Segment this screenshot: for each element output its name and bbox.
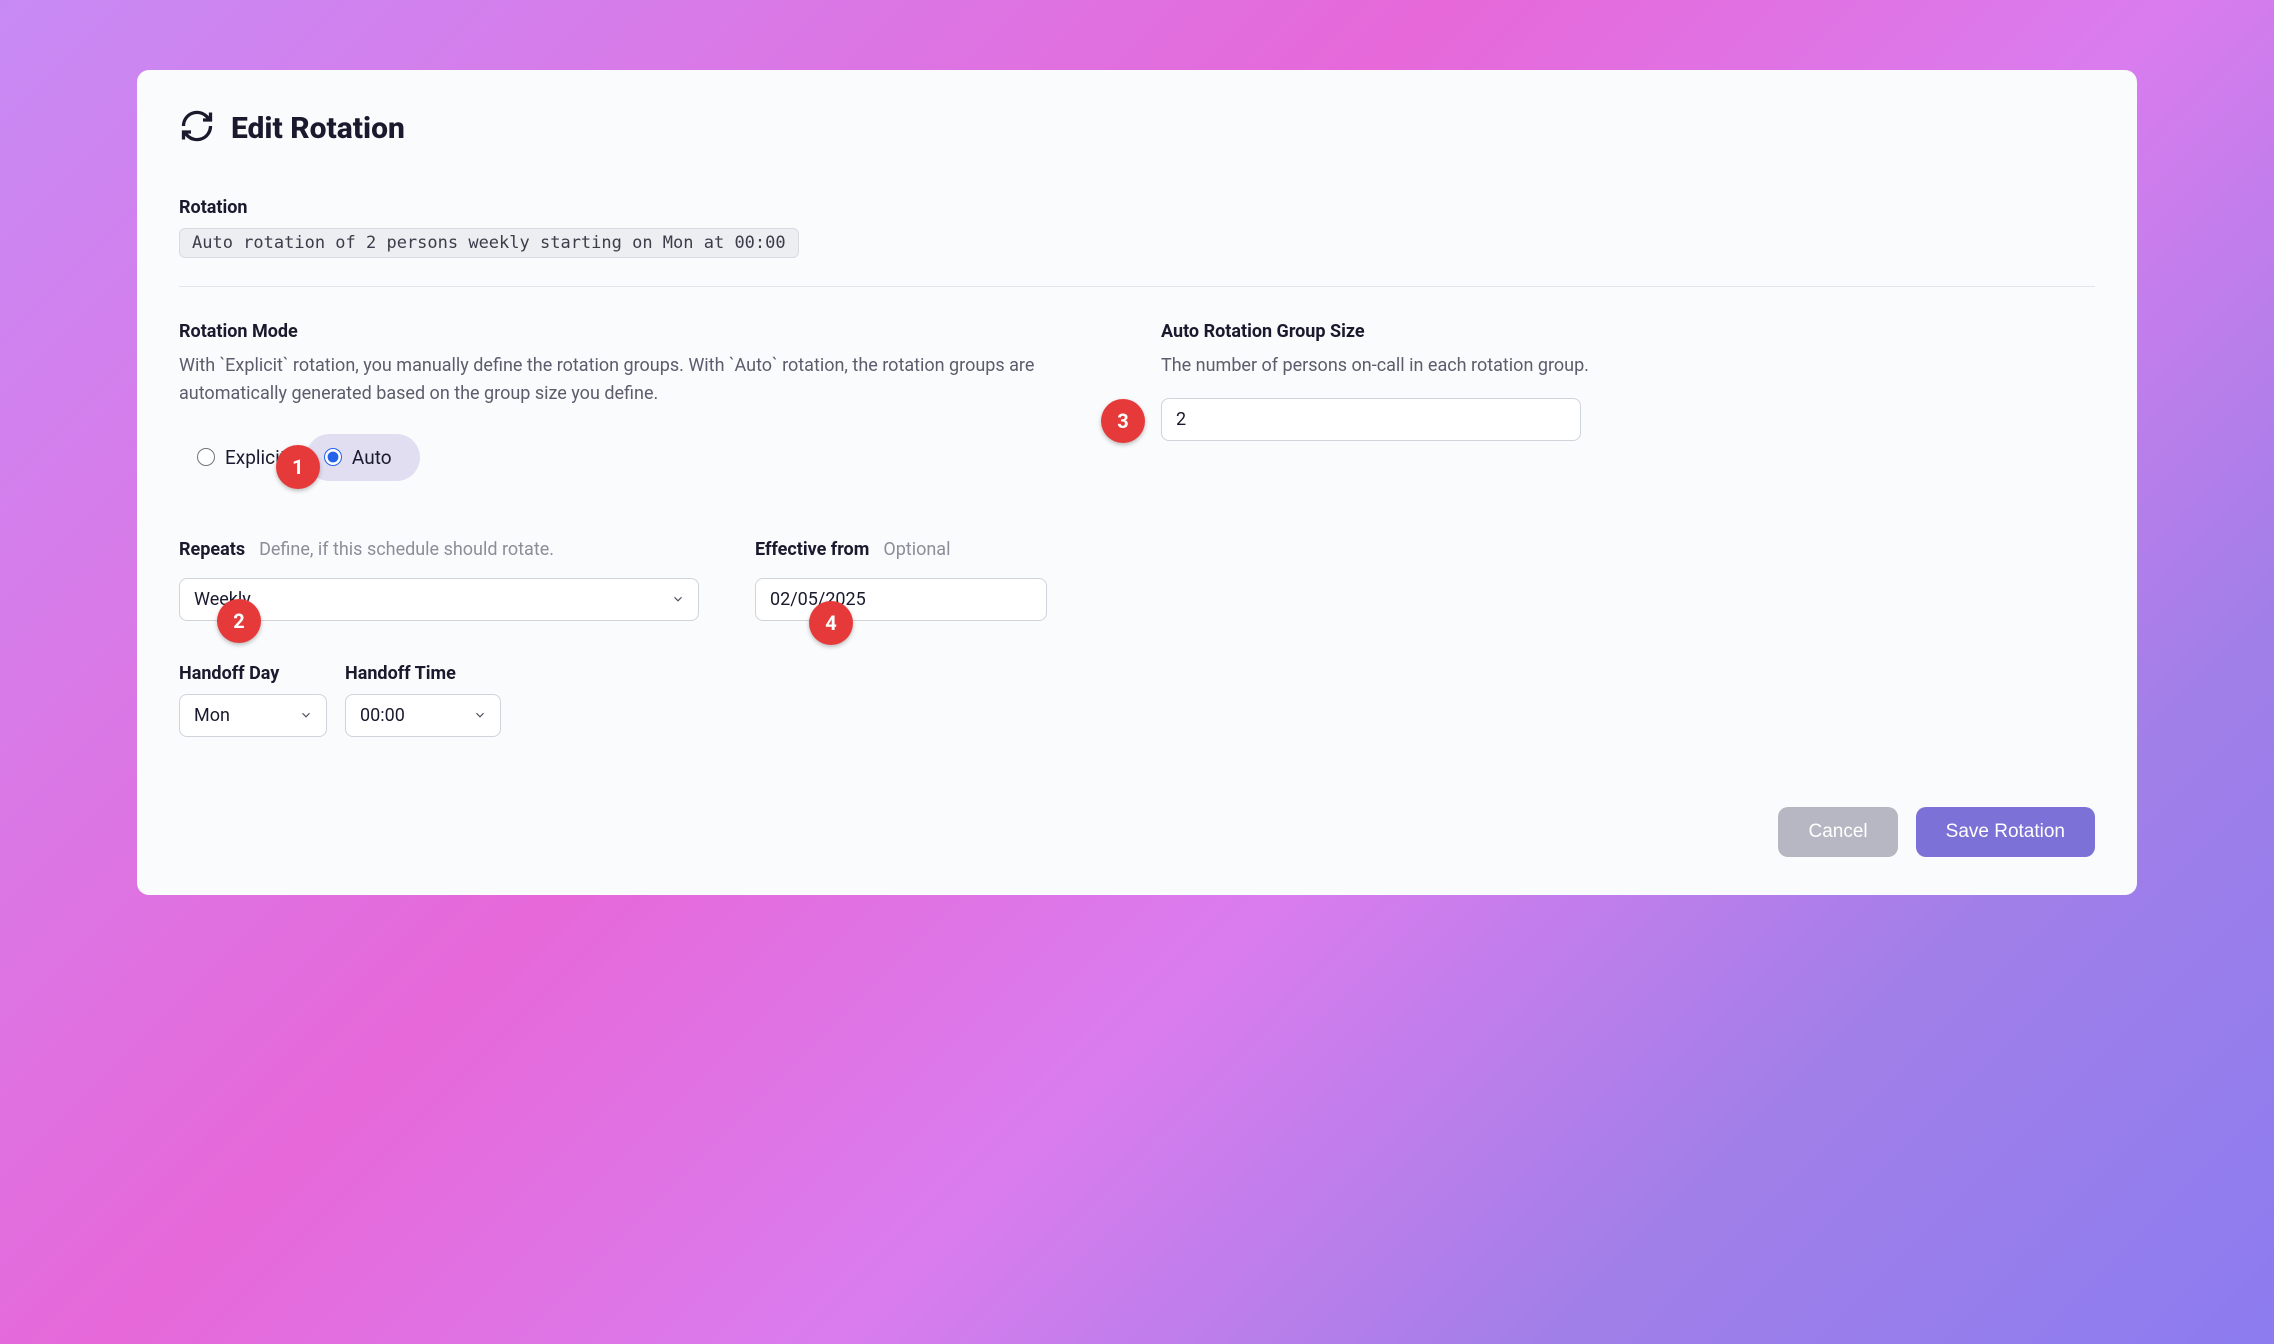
annotation-marker-4: 4 bbox=[809, 601, 853, 645]
group-size-help: The number of persons on-call in each ro… bbox=[1161, 352, 2095, 380]
effective-from-hint: Optional bbox=[883, 539, 950, 560]
rotation-mode-section: Rotation Mode With `Explicit` rotation, … bbox=[179, 321, 1113, 481]
group-size-input[interactable] bbox=[1161, 398, 1581, 441]
footer-actions: Cancel Save Rotation bbox=[179, 807, 2095, 857]
handoff-time-section: Handoff Time 00:00 bbox=[345, 663, 501, 737]
handoff-row: Handoff Day Mon Handoff Time 00:00 bbox=[179, 663, 2095, 737]
rotation-mode-auto[interactable]: Auto 1 bbox=[306, 434, 420, 481]
rotation-mode-help: With `Explicit` rotation, you manually d… bbox=[179, 352, 1113, 408]
page-title: Edit Rotation bbox=[231, 111, 405, 146]
rotation-summary-section: Rotation Auto rotation of 2 persons week… bbox=[179, 197, 2095, 258]
radio-explicit[interactable] bbox=[197, 448, 215, 466]
effective-from-label: Effective from bbox=[755, 539, 869, 560]
group-size-section: Auto Rotation Group Size The number of p… bbox=[1161, 321, 2095, 481]
repeats-label: Repeats bbox=[179, 539, 245, 560]
handoff-day-label: Handoff Day bbox=[179, 663, 327, 684]
annotation-marker-3: 3 bbox=[1101, 399, 1145, 443]
annotation-marker-2: 2 bbox=[217, 599, 261, 643]
rotation-mode-auto-label: Auto bbox=[352, 446, 392, 469]
handoff-time-label: Handoff Time bbox=[345, 663, 501, 684]
effective-from-input[interactable] bbox=[755, 578, 1047, 621]
divider bbox=[179, 286, 2095, 287]
effective-from-section: Effective from Optional 4 bbox=[755, 539, 1047, 621]
handoff-day-section: Handoff Day Mon bbox=[179, 663, 327, 737]
save-rotation-button[interactable]: Save Rotation bbox=[1916, 807, 2095, 857]
repeats-effective-row: Repeats Define, if this schedule should … bbox=[179, 539, 2095, 621]
mode-and-size-row: Rotation Mode With `Explicit` rotation, … bbox=[179, 321, 2095, 481]
title-row: Edit Rotation bbox=[179, 108, 2095, 149]
rotation-label: Rotation bbox=[179, 197, 2095, 218]
rotation-mode-label: Rotation Mode bbox=[179, 321, 1113, 342]
radio-auto[interactable] bbox=[324, 448, 342, 466]
rotation-mode-options: Explicit Auto 1 bbox=[179, 434, 1113, 481]
repeats-section: Repeats Define, if this schedule should … bbox=[179, 539, 699, 621]
cancel-button[interactable]: Cancel bbox=[1778, 807, 1897, 857]
rotation-icon bbox=[179, 108, 215, 149]
repeats-hint: Define, if this schedule should rotate. bbox=[259, 539, 554, 560]
annotation-marker-1: 1 bbox=[276, 445, 320, 489]
handoff-day-select[interactable]: Mon bbox=[179, 694, 327, 737]
rotation-summary: Auto rotation of 2 persons weekly starti… bbox=[179, 228, 799, 258]
group-size-label: Auto Rotation Group Size bbox=[1161, 321, 2095, 342]
edit-rotation-card: Edit Rotation Rotation Auto rotation of … bbox=[137, 70, 2137, 895]
handoff-time-select[interactable]: 00:00 bbox=[345, 694, 501, 737]
